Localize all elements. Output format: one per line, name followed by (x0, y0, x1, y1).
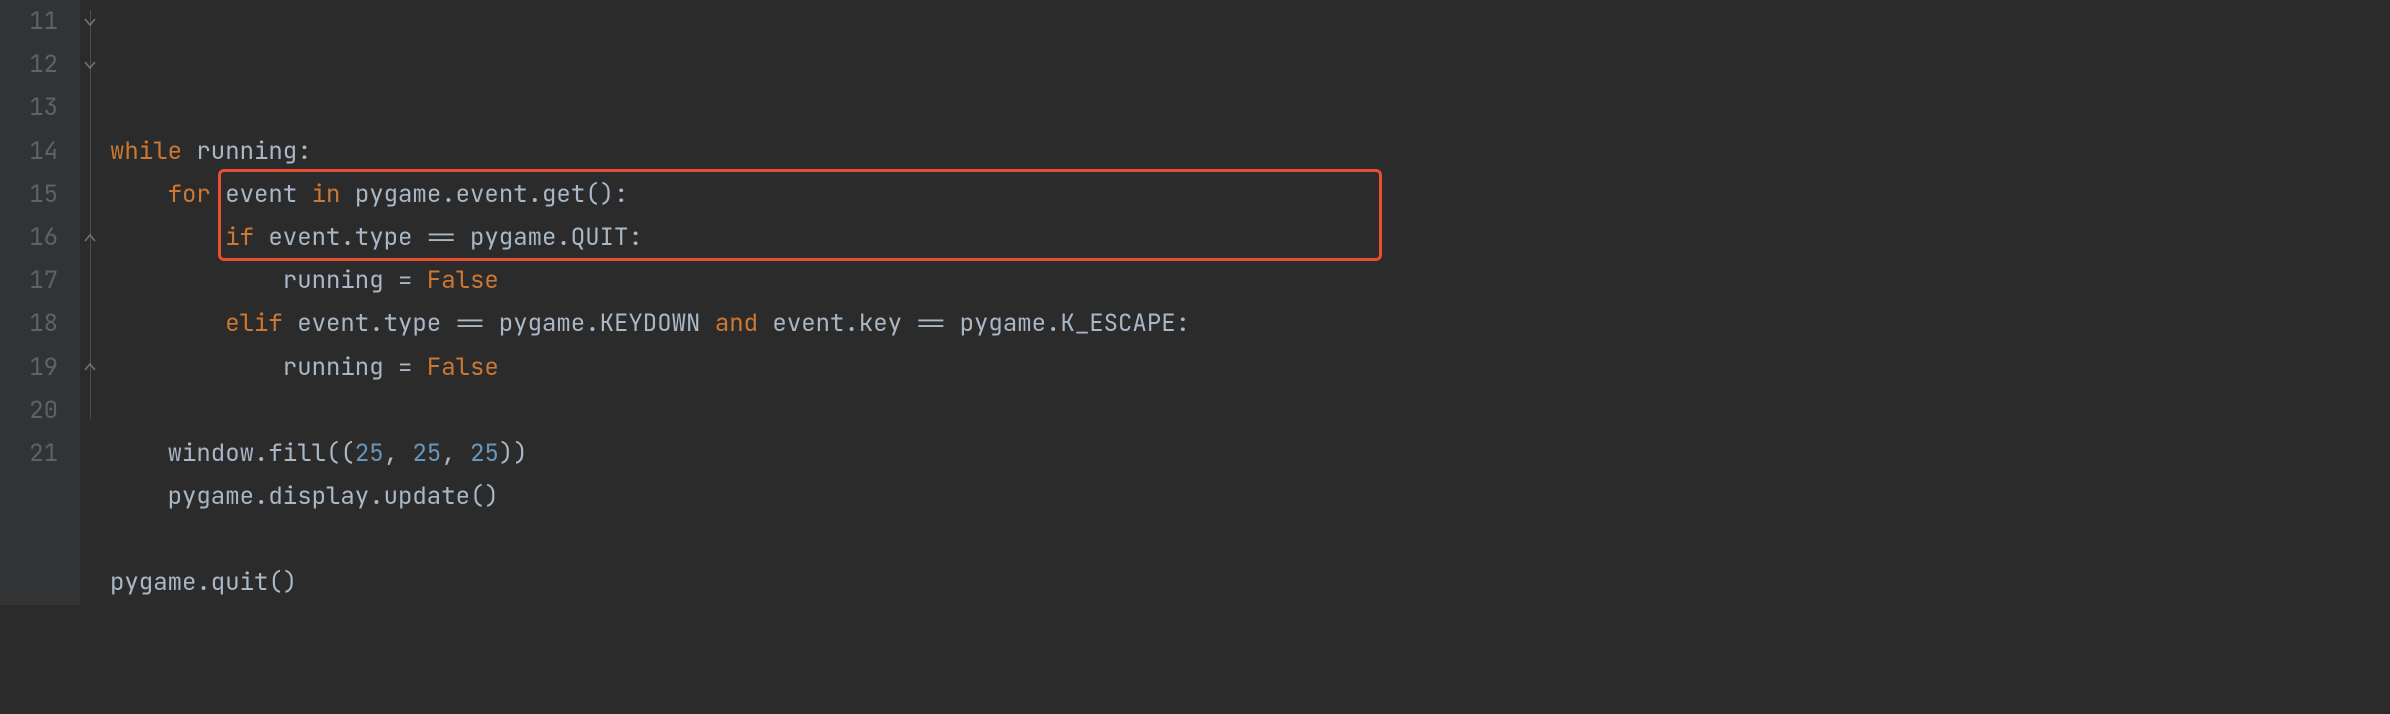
fold-collapse-icon[interactable] (83, 58, 97, 72)
code-line[interactable]: elif event.type == pygame.KEYDOWN and ev… (110, 302, 2390, 345)
code-line[interactable]: pygame.display.update() (110, 475, 2390, 518)
code-line[interactable]: pygame.quit() (110, 561, 2390, 604)
code-editor[interactable]: 1112131415161718192021 while running: fo… (0, 0, 2390, 605)
code-token: elif (225, 308, 297, 339)
code-token: event.type == pygame.QUIT: (268, 222, 642, 253)
code-token: event (225, 179, 311, 210)
code-token: running = (110, 352, 427, 383)
code-token (110, 179, 168, 210)
line-number: 12 (10, 43, 58, 86)
code-line[interactable]: if event.type == pygame.QUIT: (110, 216, 2390, 259)
line-number: 14 (10, 130, 58, 173)
code-token (110, 308, 225, 339)
line-number: 20 (10, 389, 58, 432)
code-line[interactable] (110, 389, 2390, 432)
fold-end-icon (83, 231, 97, 245)
code-token: , (384, 438, 413, 469)
code-token: event.type == pygame.KEYDOWN (297, 308, 715, 339)
code-token: event.key == pygame.K_ESCAPE: (772, 308, 1190, 339)
code-line[interactable]: running = False (110, 346, 2390, 389)
code-token: while (110, 136, 196, 167)
code-token: pygame.event.get(): (355, 179, 629, 210)
line-number: 15 (10, 173, 58, 216)
code-token: False (427, 265, 499, 296)
line-number: 16 (10, 216, 58, 259)
line-number: 18 (10, 302, 58, 345)
code-token: for (168, 179, 226, 210)
code-token (110, 222, 225, 253)
code-token: pygame.quit() (110, 567, 297, 598)
code-token: running = (110, 265, 427, 296)
code-token: and (715, 308, 773, 339)
line-number: 21 (10, 432, 58, 475)
code-line[interactable] (110, 518, 2390, 561)
fold-column (80, 0, 102, 605)
code-token: if (225, 222, 268, 253)
line-number: 13 (10, 86, 58, 129)
code-line[interactable]: while running: (110, 130, 2390, 173)
code-token: 25 (355, 438, 384, 469)
code-token: )) (499, 438, 528, 469)
code-line[interactable]: window.fill((25, 25, 25)) (110, 432, 2390, 475)
fold-end-icon (83, 360, 97, 374)
code-token: running: (196, 136, 311, 167)
code-token: in (312, 179, 355, 210)
code-token: 25 (412, 438, 441, 469)
code-line[interactable]: for event in pygame.event.get(): (110, 173, 2390, 216)
code-token: 25 (470, 438, 499, 469)
code-token: pygame.display.update() (110, 481, 499, 512)
code-token: False (427, 352, 499, 383)
line-number: 19 (10, 346, 58, 389)
line-number: 17 (10, 259, 58, 302)
line-number: 11 (10, 0, 58, 43)
line-number-gutter: 1112131415161718192021 (0, 0, 80, 605)
code-area[interactable]: while running: for event in pygame.event… (102, 0, 2390, 605)
code-token: window.fill(( (110, 438, 355, 469)
code-line[interactable]: running = False (110, 259, 2390, 302)
code-token: , (441, 438, 470, 469)
fold-collapse-icon[interactable] (83, 15, 97, 29)
